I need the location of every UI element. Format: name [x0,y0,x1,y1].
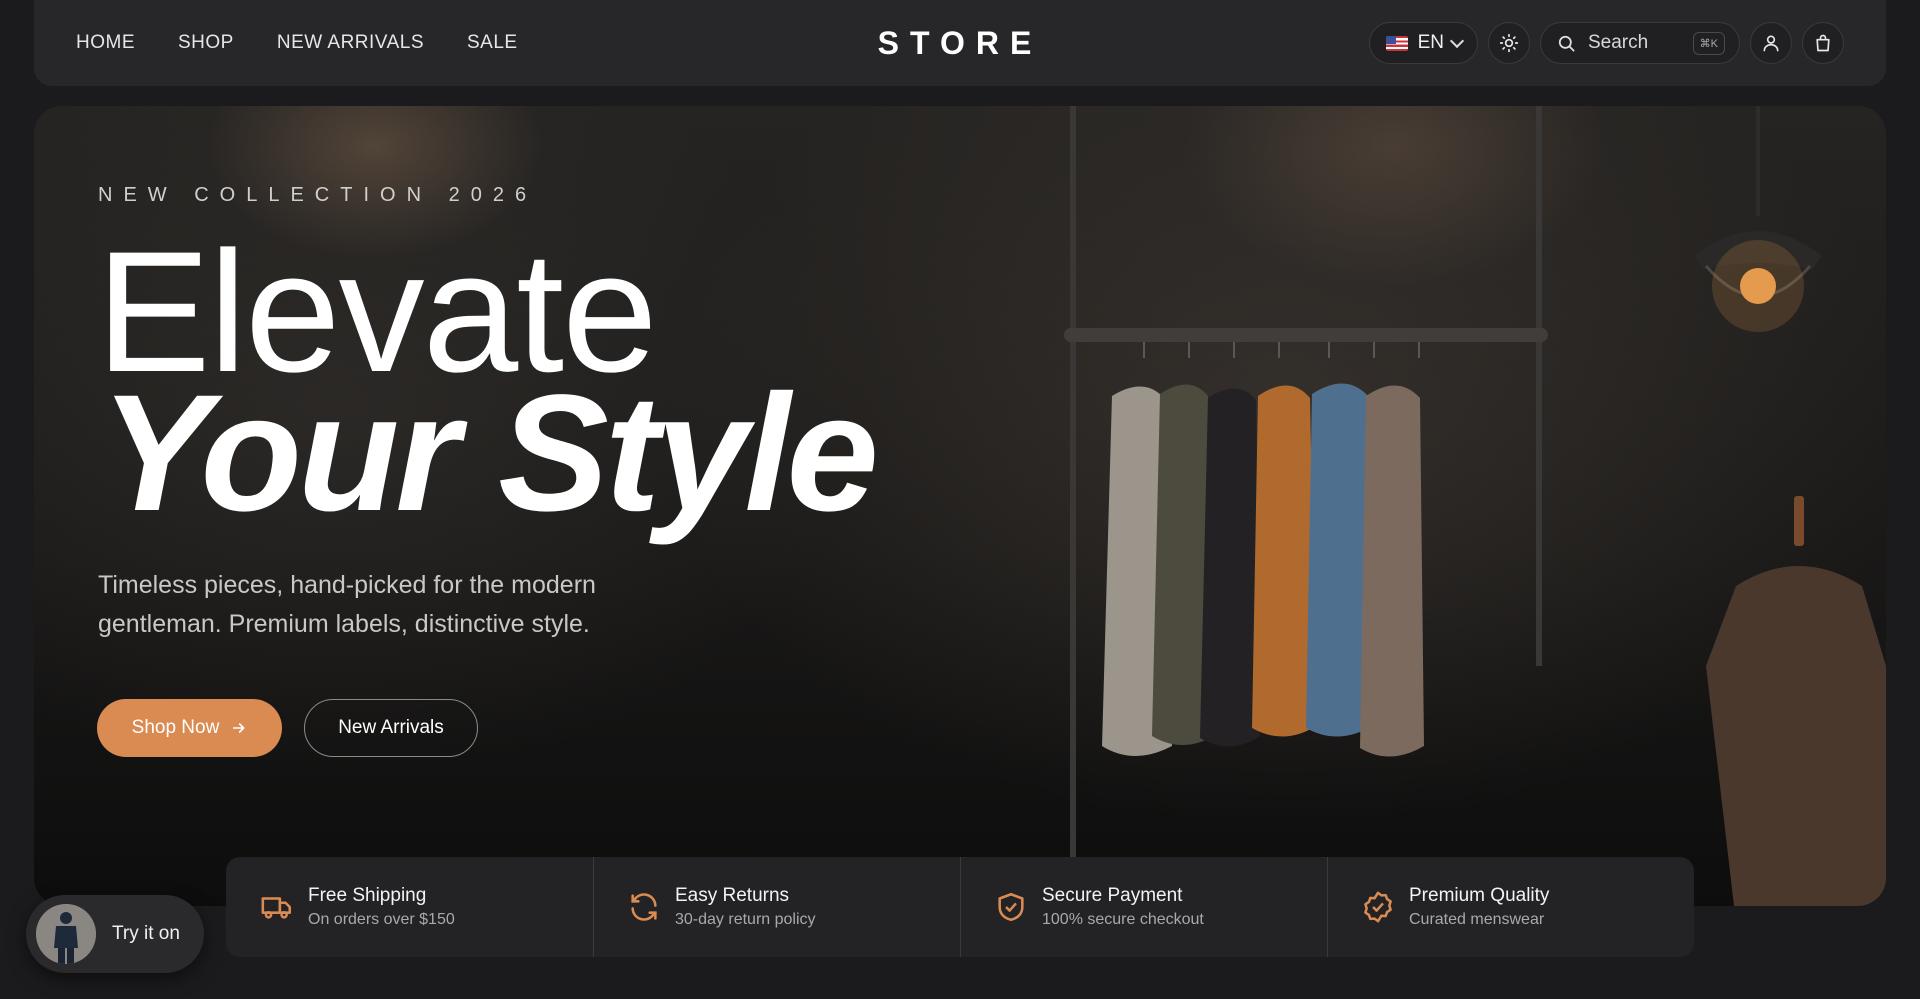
cart-button[interactable] [1802,22,1844,64]
clothing-rack-illustration [1064,106,1886,906]
search-label: Search [1588,32,1649,53]
shop-now-label: Shop Now [131,717,220,738]
refresh-icon [631,893,657,921]
feature-desc: On orders over $150 [308,911,455,928]
feature-desc: Curated menswear [1409,911,1545,928]
arrow-right-icon [233,723,245,733]
try-it-on-button[interactable]: Try it on [26,895,204,973]
feature-title: Secure Payment [1042,885,1183,906]
hero-eyebrow: NEW COLLECTION 2026 [98,184,538,206]
feature-title: Premium Quality [1409,885,1550,906]
nav-link-home[interactable]: HOME [76,32,135,54]
nav-link-sale[interactable]: SALE [467,32,518,54]
top-navigation: HOME SHOP NEW ARRIVALS SALE STORE EN Sea… [34,0,1886,86]
feature-desc: 100% secure checkout [1042,911,1204,928]
feature-free-shipping: Free Shipping On orders over $150 [226,857,593,957]
language-selector[interactable]: EN [1368,22,1478,64]
account-button[interactable] [1750,22,1792,64]
hero-subtext: Timeless pieces, hand-picked for the mod… [98,571,596,638]
model-figure-icon [36,904,96,964]
search-icon [1558,35,1575,51]
features-bar: Free Shipping On orders over $150 Easy R… [226,857,1694,957]
search-shortcut-badge: ⌘K [1692,31,1725,55]
feature-easy-returns: Easy Returns 30-day return policy [593,857,960,957]
feature-title: Free Shipping [308,885,427,906]
nav-link-new-arrivals[interactable]: NEW ARRIVALS [277,32,424,54]
search-button[interactable]: Search ⌘K [1540,22,1740,64]
model-avatar [36,904,96,964]
hero-banner: NEW COLLECTION 2026 Elevate Your Style T… [34,106,1886,906]
nav-actions: EN Search ⌘K [1368,21,1844,65]
badge-check-icon [1364,891,1392,923]
new-arrivals-button[interactable]: New Arrivals [304,699,478,757]
shopping-bag-icon [1816,34,1830,52]
us-flag-icon [1385,35,1408,51]
theme-toggle-button[interactable] [1488,22,1530,64]
shield-check-icon [998,892,1024,922]
store-logo[interactable]: STORE [878,0,1043,86]
truck-icon [261,897,292,919]
nav-links: HOME SHOP NEW ARRIVALS SALE [76,0,561,86]
feature-premium-quality: Premium Quality Curated menswear [1327,857,1694,957]
feature-secure-payment: Secure Payment 100% secure checkout [960,857,1327,957]
hero-headline-line2: Your Style [100,361,879,546]
shop-now-button[interactable]: Shop Now [97,699,282,757]
sun-icon [1499,33,1519,53]
feature-title: Easy Returns [675,885,790,906]
try-it-on-label: Try it on [112,923,180,944]
feature-desc: 30-day return policy [675,911,816,928]
chevron-down-icon [1449,33,1465,48]
user-icon [1763,35,1779,52]
language-label: EN [1417,32,1444,53]
nav-link-shop[interactable]: SHOP [178,32,234,54]
